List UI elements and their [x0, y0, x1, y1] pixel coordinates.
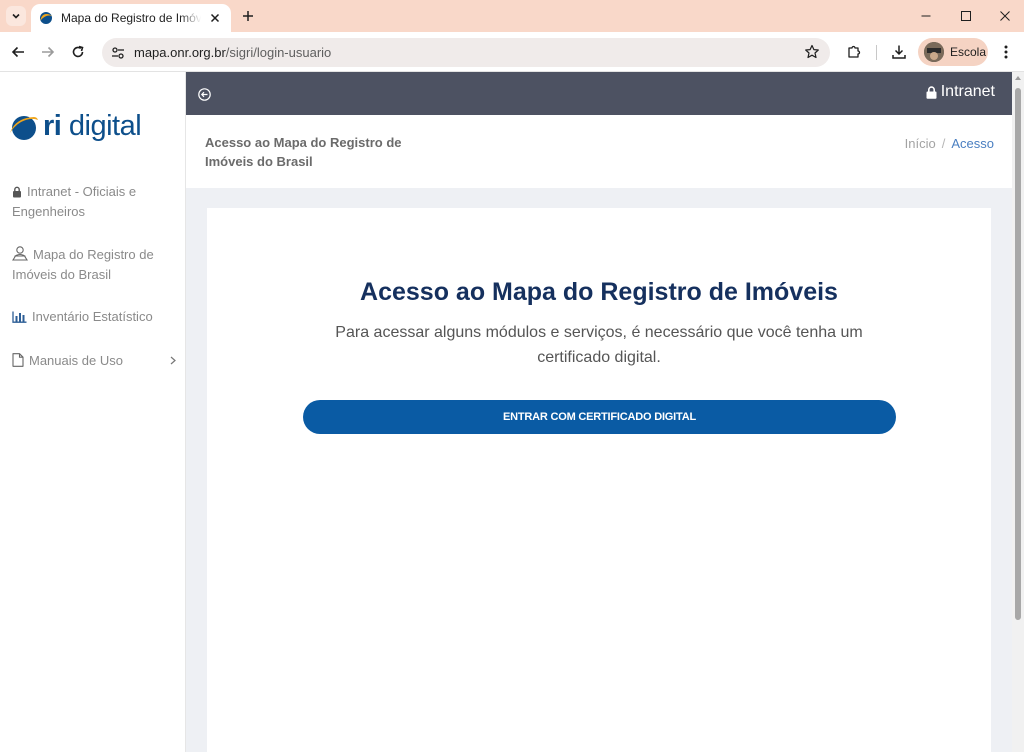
- intranet-label: Intranet: [940, 83, 995, 100]
- extensions-button[interactable]: [844, 42, 864, 62]
- page-scrollbar[interactable]: [1012, 72, 1024, 752]
- arrow-left-icon: [11, 46, 24, 58]
- browser-toolbar: mapa.onr.org.br/sigri/login-usuario Esco…: [0, 32, 1024, 72]
- arrow-right-icon: [42, 46, 55, 58]
- close-tab-icon[interactable]: [207, 10, 223, 26]
- new-tab-button[interactable]: [239, 7, 257, 25]
- breadcrumb-home[interactable]: Início: [905, 136, 936, 151]
- lock-icon: [926, 85, 937, 99]
- sidebar-item-label: Manuais de Uso: [29, 353, 123, 368]
- logo-text: ri digital: [43, 109, 142, 142]
- ri-digital-logo-icon: [10, 116, 38, 140]
- breadcrumb: Início / Acesso: [905, 136, 994, 151]
- browser-menu-button[interactable]: [996, 42, 1016, 62]
- document-icon: [12, 353, 24, 372]
- minimize-icon: [921, 15, 931, 17]
- tab-strip: Mapa do Registro de Imóveis do Brasil: [0, 0, 1024, 32]
- sidebar-item-inventario[interactable]: Inventário Estatístico: [0, 308, 186, 328]
- address-bar[interactable]: mapa.onr.org.br/sigri/login-usuario: [102, 38, 830, 67]
- profile-avatar: [924, 42, 944, 62]
- bar-chart-icon: [12, 310, 27, 328]
- login-card: Acesso ao Mapa do Registro de Imóveis Pa…: [207, 208, 991, 752]
- sidebar-item-intranet[interactable]: Intranet - Oficiais e Engenheiros: [0, 183, 186, 221]
- breadcrumb-current: Acesso: [951, 136, 994, 151]
- main-content: Acesso ao Mapa do Registro de Imóveis Pa…: [186, 188, 1012, 752]
- back-button[interactable]: [8, 42, 28, 62]
- logo-digital: digital: [61, 109, 142, 142]
- site-info-icon[interactable]: [110, 45, 126, 61]
- chevron-down-icon: [12, 13, 20, 19]
- reload-icon: [72, 45, 84, 58]
- page-viewport: ri digital Intranet - Oficiais e Engenhe…: [0, 72, 1024, 752]
- plus-icon: [243, 11, 253, 21]
- maximize-icon: [961, 11, 971, 21]
- breadcrumb-separator: /: [941, 136, 946, 151]
- sidebar-item-label: Mapa do Registro de Imóveis do Brasil: [12, 247, 154, 282]
- sidebar-nav: Intranet - Oficiais e Engenheiros Mapa d…: [0, 180, 186, 372]
- profile-chip[interactable]: Escola: [918, 38, 988, 66]
- tab-title: Mapa do Registro de Imóveis do Brasil: [61, 11, 201, 25]
- bookmark-star-icon[interactable]: [804, 44, 820, 60]
- chevron-right-icon[interactable]: [170, 352, 176, 370]
- kebab-menu-icon: [1004, 45, 1008, 59]
- reload-button[interactable]: [68, 42, 88, 62]
- tab-search-button[interactable]: [6, 6, 26, 26]
- minimize-button[interactable]: [906, 0, 946, 32]
- card-description: Para acessar alguns módulos e serviços, …: [335, 324, 863, 366]
- puzzle-icon: [848, 45, 861, 58]
- forward-button[interactable]: [38, 42, 58, 62]
- sidebar-item-mapa[interactable]: Mapa do Registro de Imóveis do Brasil: [0, 245, 186, 284]
- browser-tab[interactable]: Mapa do Registro de Imóveis do Brasil: [31, 4, 231, 32]
- top-bar: Intranet: [186, 72, 1012, 115]
- scroll-up-arrow-icon[interactable]: [1014, 74, 1022, 82]
- card-title: Acesso ao Mapa do Registro de Imóveis: [360, 278, 838, 306]
- close-icon: [1000, 11, 1010, 21]
- collapse-sidebar-icon[interactable]: [198, 88, 211, 101]
- toolbar-separator: [876, 45, 877, 60]
- profile-name: Escola: [950, 45, 987, 59]
- scrollbar-thumb[interactable]: [1015, 88, 1021, 620]
- maximize-button[interactable]: [946, 0, 986, 32]
- enter-with-certificate-button[interactable]: ENTRAR COM CERTIFICADO DIGITAL: [303, 400, 896, 434]
- sidebar: ri digital Intranet - Oficiais e Engenhe…: [0, 72, 186, 752]
- url-path: /sigri/login-usuario: [225, 45, 332, 60]
- sidebar-item-label: Inventário Estatístico: [32, 309, 153, 324]
- close-window-button[interactable]: [985, 0, 1024, 32]
- ri-digital-logo[interactable]: ri digital: [9, 108, 142, 144]
- map-user-icon: [12, 245, 28, 266]
- intranet-link[interactable]: Intranet: [926, 83, 995, 101]
- logo-ri: ri: [43, 109, 62, 142]
- download-icon: [892, 45, 906, 59]
- page-header: Acesso ao Mapa do Registro de Imóveis do…: [186, 115, 1012, 188]
- ri-digital-favicon-icon: [40, 12, 52, 24]
- downloads-button[interactable]: [889, 42, 909, 62]
- url-text: mapa.onr.org.br/sigri/login-usuario: [134, 45, 331, 60]
- sidebar-item-manuais[interactable]: Manuais de Uso: [0, 352, 186, 372]
- lock-icon: [12, 185, 22, 203]
- url-host: mapa.onr.org.br: [134, 45, 226, 60]
- page-title: Acesso ao Mapa do Registro de Imóveis do…: [205, 135, 402, 169]
- sidebar-item-label: Intranet - Oficiais e Engenheiros: [12, 184, 137, 219]
